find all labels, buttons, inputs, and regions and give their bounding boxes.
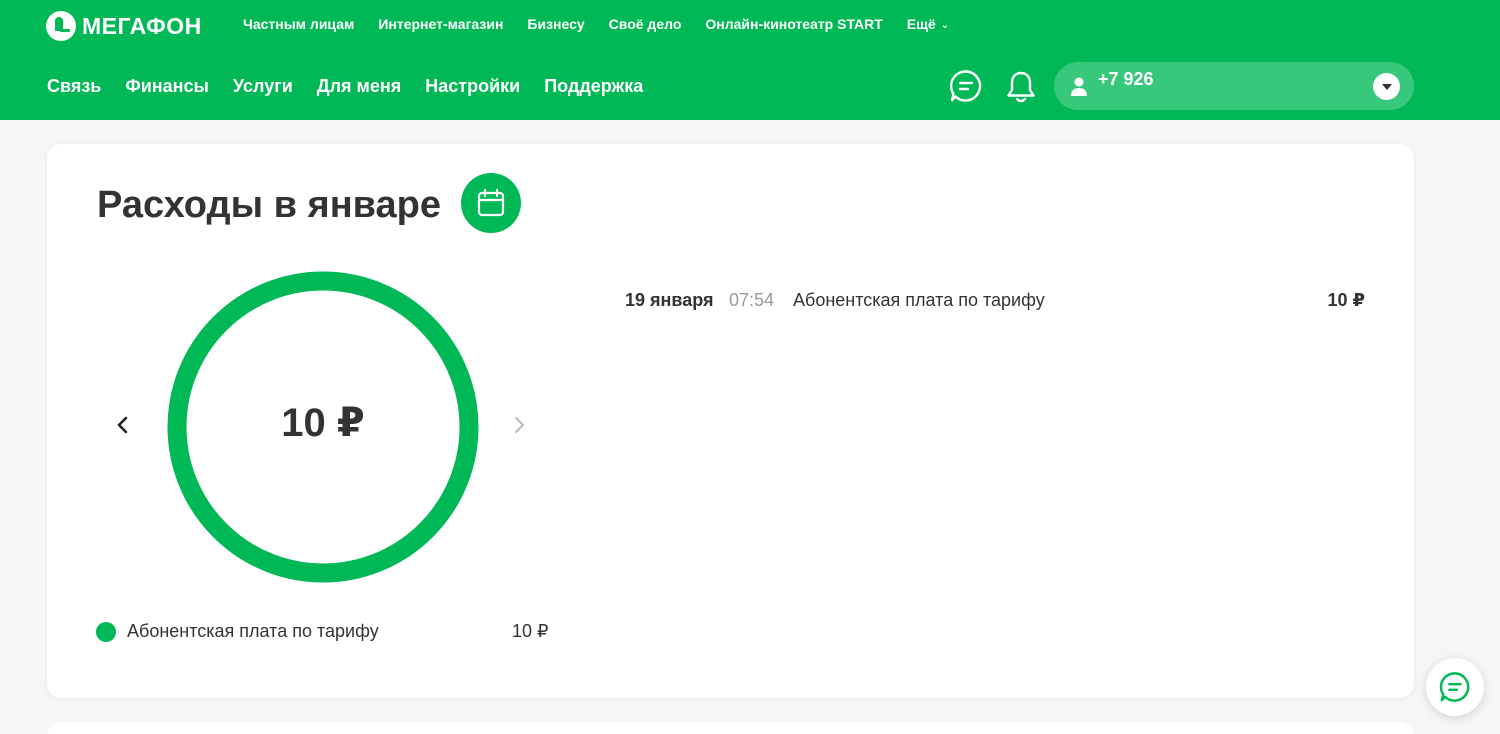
transaction-row[interactable]: 19 января 07:54 Абонентская плата по тар… <box>625 290 1365 316</box>
calendar-icon <box>477 188 505 217</box>
topnav-own-business[interactable]: Своё дело <box>609 16 682 32</box>
chevron-down-icon: ⌄ <box>940 20 950 31</box>
nav-services[interactable]: Услуги <box>233 76 293 97</box>
chevron-right-icon <box>515 417 524 433</box>
nav-for-me[interactable]: Для меня <box>317 76 401 97</box>
topnav-business[interactable]: Бизнесу <box>527 16 584 32</box>
legend-label: Абонентская плата по тарифу <box>127 621 379 641</box>
megafon-logo[interactable]: МЕГАФОН <box>46 10 202 42</box>
next-card <box>47 722 1414 734</box>
transaction-amount: 10 ₽ <box>1327 290 1365 310</box>
account-switcher[interactable]: +7 926 <box>1054 62 1414 110</box>
next-month-button[interactable] <box>509 412 529 438</box>
transaction-date: 19 января <box>625 290 714 310</box>
topnav-more-label: Ещё <box>906 16 936 32</box>
topnav-start[interactable]: Онлайн-кинотеатр START <box>705 16 882 32</box>
chat-icon <box>949 70 982 102</box>
chevron-down-icon <box>1381 83 1392 90</box>
top-navigation: Частным лицам Интернет-магазин Бизнесу С… <box>243 16 949 32</box>
account-dropdown-button[interactable] <box>1373 73 1400 100</box>
topnav-more[interactable]: Ещё ⌄ <box>907 16 949 32</box>
page-title: Расходы в январе <box>97 184 442 226</box>
nav-support[interactable]: Поддержка <box>544 76 643 97</box>
user-icon <box>1071 77 1087 96</box>
support-chat-button[interactable] <box>1426 658 1484 716</box>
chat-button[interactable] <box>949 69 983 103</box>
logo-text: МЕГАФОН <box>82 12 202 39</box>
account-phone: +7 926 <box>1098 69 1154 89</box>
legend-color-dot <box>96 622 116 642</box>
nav-settings[interactable]: Настройки <box>425 76 520 97</box>
transaction-time: 07:54 <box>729 290 775 310</box>
chevron-left-icon <box>117 416 128 434</box>
bell-icon <box>1007 71 1035 103</box>
megafon-logo-icon <box>46 11 76 41</box>
main-navigation: Связь Финансы Услуги Для меня Настройки … <box>47 76 643 97</box>
topnav-shop[interactable]: Интернет-магазин <box>378 16 503 32</box>
calendar-button[interactable] <box>461 173 521 233</box>
prev-month-button[interactable] <box>113 412 133 438</box>
chat-icon <box>1439 672 1470 702</box>
legend-value: 10 ₽ <box>512 621 549 641</box>
notifications-button[interactable] <box>1005 70 1037 104</box>
nav-finance[interactable]: Финансы <box>125 76 209 97</box>
nav-svyaz[interactable]: Связь <box>47 76 101 97</box>
expenses-card: Расходы в январе 10 ₽ Абонентская плата … <box>47 144 1414 698</box>
total-amount: 10 ₽ <box>281 401 365 445</box>
topnav-private[interactable]: Частным лицам <box>243 16 354 32</box>
site-header: МЕГАФОН Частным лицам Интернет-магазин Б… <box>0 0 1500 120</box>
transaction-description: Абонентская плата по тарифу <box>793 290 1045 310</box>
